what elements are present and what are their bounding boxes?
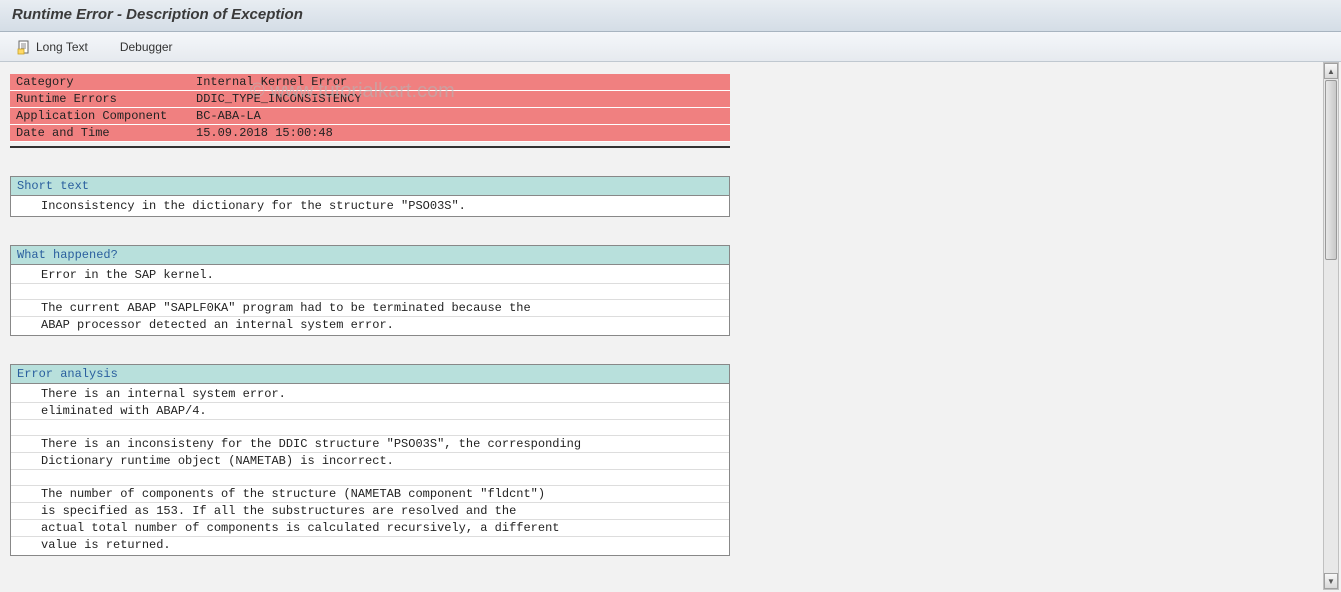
document-icon [16, 39, 32, 55]
header-value: 15.09.2018 15:00:48 [190, 125, 730, 142]
header-value: BC-ABA-LA [190, 108, 730, 125]
section-line [11, 284, 729, 300]
section-line: Dictionary runtime object (NAMETAB) is i… [11, 453, 729, 470]
section-line: Error in the SAP kernel. [11, 267, 729, 284]
header-label: Date and Time [10, 125, 190, 142]
header-label: Category [10, 74, 190, 91]
header-value: Internal Kernel Error [190, 74, 730, 91]
section-body: There is an internal system error. elimi… [11, 384, 729, 555]
section-short-text: Short text Inconsistency in the dictiona… [10, 176, 730, 217]
content-area: © www.tutorialkart.com Category Internal… [0, 62, 1341, 592]
section-line: actual total number of components is cal… [11, 520, 729, 537]
section-line [11, 470, 729, 486]
section-line: There is an inconsisteny for the DDIC st… [11, 436, 729, 453]
section-error-analysis: Error analysis There is an internal syst… [10, 364, 730, 556]
section-line: Inconsistency in the dictionary for the … [11, 198, 729, 214]
header-value: DDIC_TYPE_INCONSISTENCY [190, 91, 730, 108]
vertical-scrollbar[interactable]: ▲ ▼ [1323, 62, 1339, 590]
chevron-down-icon: ▼ [1327, 577, 1335, 586]
section-line: The current ABAP "SAPLF0KA" program had … [11, 300, 729, 317]
longtext-label: Long Text [36, 40, 88, 54]
section-line: There is an internal system error. [11, 386, 729, 403]
table-row: Runtime Errors DDIC_TYPE_INCONSISTENCY [10, 91, 730, 108]
section-title: Short text [11, 177, 729, 196]
divider [10, 146, 730, 148]
section-line: ABAP processor detected an internal syst… [11, 317, 729, 333]
toolbar: Long Text Debugger [0, 32, 1341, 62]
section-line: value is returned. [11, 537, 729, 553]
scroll-down-button[interactable]: ▼ [1324, 573, 1338, 589]
section-what-happened: What happened? Error in the SAP kernel. … [10, 245, 730, 336]
section-line: is specified as 153. If all the substruc… [11, 503, 729, 520]
chevron-up-icon: ▲ [1327, 67, 1335, 76]
table-row: Application Component BC-ABA-LA [10, 108, 730, 125]
debugger-label: Debugger [120, 40, 173, 54]
section-title: What happened? [11, 246, 729, 265]
section-line: The number of components of the structur… [11, 486, 729, 503]
error-header-table: Category Internal Kernel Error Runtime E… [10, 74, 730, 142]
section-body: Error in the SAP kernel. The current ABA… [11, 265, 729, 335]
section-title: Error analysis [11, 365, 729, 384]
title-bar: Runtime Error - Description of Exception [0, 0, 1341, 32]
table-row: Category Internal Kernel Error [10, 74, 730, 91]
header-label: Runtime Errors [10, 91, 190, 108]
table-row: Date and Time 15.09.2018 15:00:48 [10, 125, 730, 142]
scrollbar-thumb[interactable] [1325, 80, 1337, 260]
page-title: Runtime Error - Description of Exception [12, 6, 303, 23]
debugger-button[interactable]: Debugger [114, 38, 179, 56]
section-line: eliminated with ABAP/4. [11, 403, 729, 420]
header-label: Application Component [10, 108, 190, 125]
section-body: Inconsistency in the dictionary for the … [11, 196, 729, 216]
section-line [11, 420, 729, 436]
scroll-up-button[interactable]: ▲ [1324, 63, 1338, 79]
longtext-button[interactable]: Long Text [10, 37, 94, 57]
